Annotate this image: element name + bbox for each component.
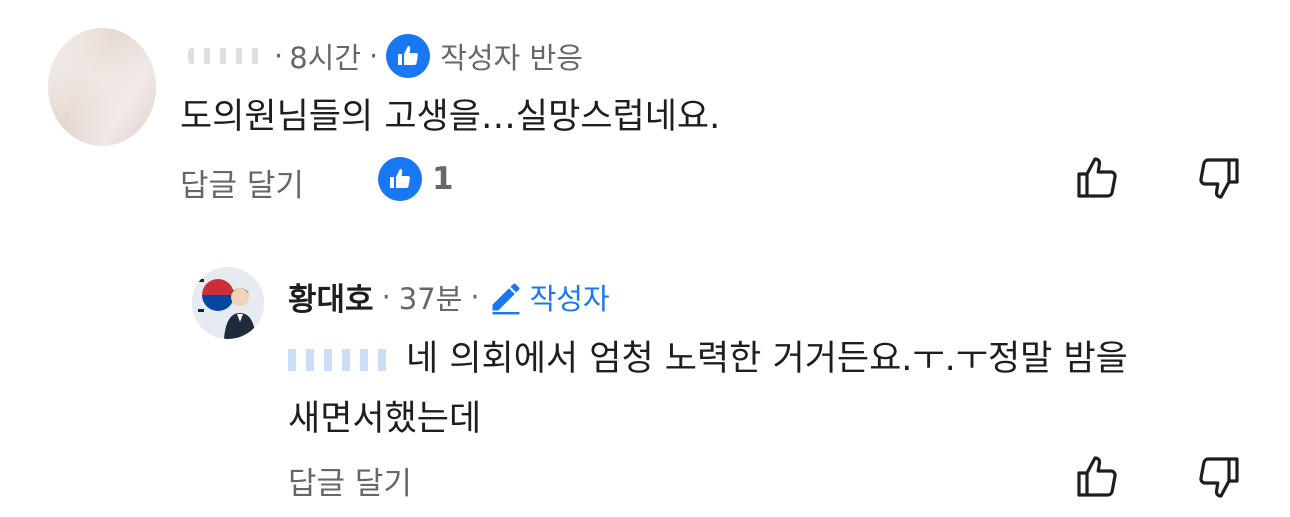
separator: ·: [470, 279, 480, 314]
reply-meta: 황대호 · 37분 · 작성자: [288, 274, 610, 319]
like-summary[interactable]: 1: [378, 157, 454, 201]
reply-text: 네 의회에서 엄청 노력한 거거든요.ㅜ.ㅜ정말 밤을: [406, 339, 1128, 379]
thumbs-up-outline-icon: [1077, 456, 1117, 497]
thumbs-down-outline-icon: [1199, 158, 1239, 199]
thumbs-up-outline-icon: [1077, 157, 1117, 198]
author-reaction-label: 작성자 반응: [440, 41, 583, 75]
separator: ·: [381, 279, 391, 314]
comment-text: 도의원님들의 고생을…실망스럽네요.: [180, 97, 721, 137]
blurred-username[interactable]: [188, 48, 268, 64]
reply-text-line1: 네 의회에서 엄청 노력한 거거든요.ㅜ.ㅜ정말 밤을: [288, 330, 1128, 381]
separator: ·: [369, 39, 379, 73]
reply-button[interactable]: 답글 달기: [180, 160, 304, 205]
profile-photo: [192, 267, 264, 339]
commenter-avatar[interactable]: [48, 28, 156, 146]
like-button[interactable]: [1072, 452, 1122, 502]
dislike-button[interactable]: [1194, 153, 1244, 203]
thumbs-up-icon: [378, 157, 422, 201]
pencil-icon: [492, 283, 520, 314]
author-badge: 작성자: [488, 276, 610, 318]
reply-time[interactable]: 37분: [399, 276, 463, 318]
thumbs-down-outline-icon: [1199, 457, 1239, 498]
reply-button[interactable]: 답글 달기: [288, 458, 412, 503]
like-button[interactable]: [1072, 153, 1122, 203]
dislike-button[interactable]: [1194, 452, 1244, 502]
thumbs-up-icon: [386, 34, 431, 78]
author-name[interactable]: 황대호: [288, 274, 374, 319]
author-badge-label: 작성자: [529, 281, 610, 316]
reply-text-line2: 새면서했는데: [288, 399, 482, 439]
author-avatar[interactable]: [192, 267, 264, 339]
comment-meta: · 8시간 · 작성자 반응: [188, 34, 583, 78]
like-count: 1: [432, 161, 454, 197]
blurred-mention[interactable]: [288, 349, 388, 371]
separator: ·: [274, 39, 284, 73]
comment-time[interactable]: 8시간: [289, 35, 361, 77]
